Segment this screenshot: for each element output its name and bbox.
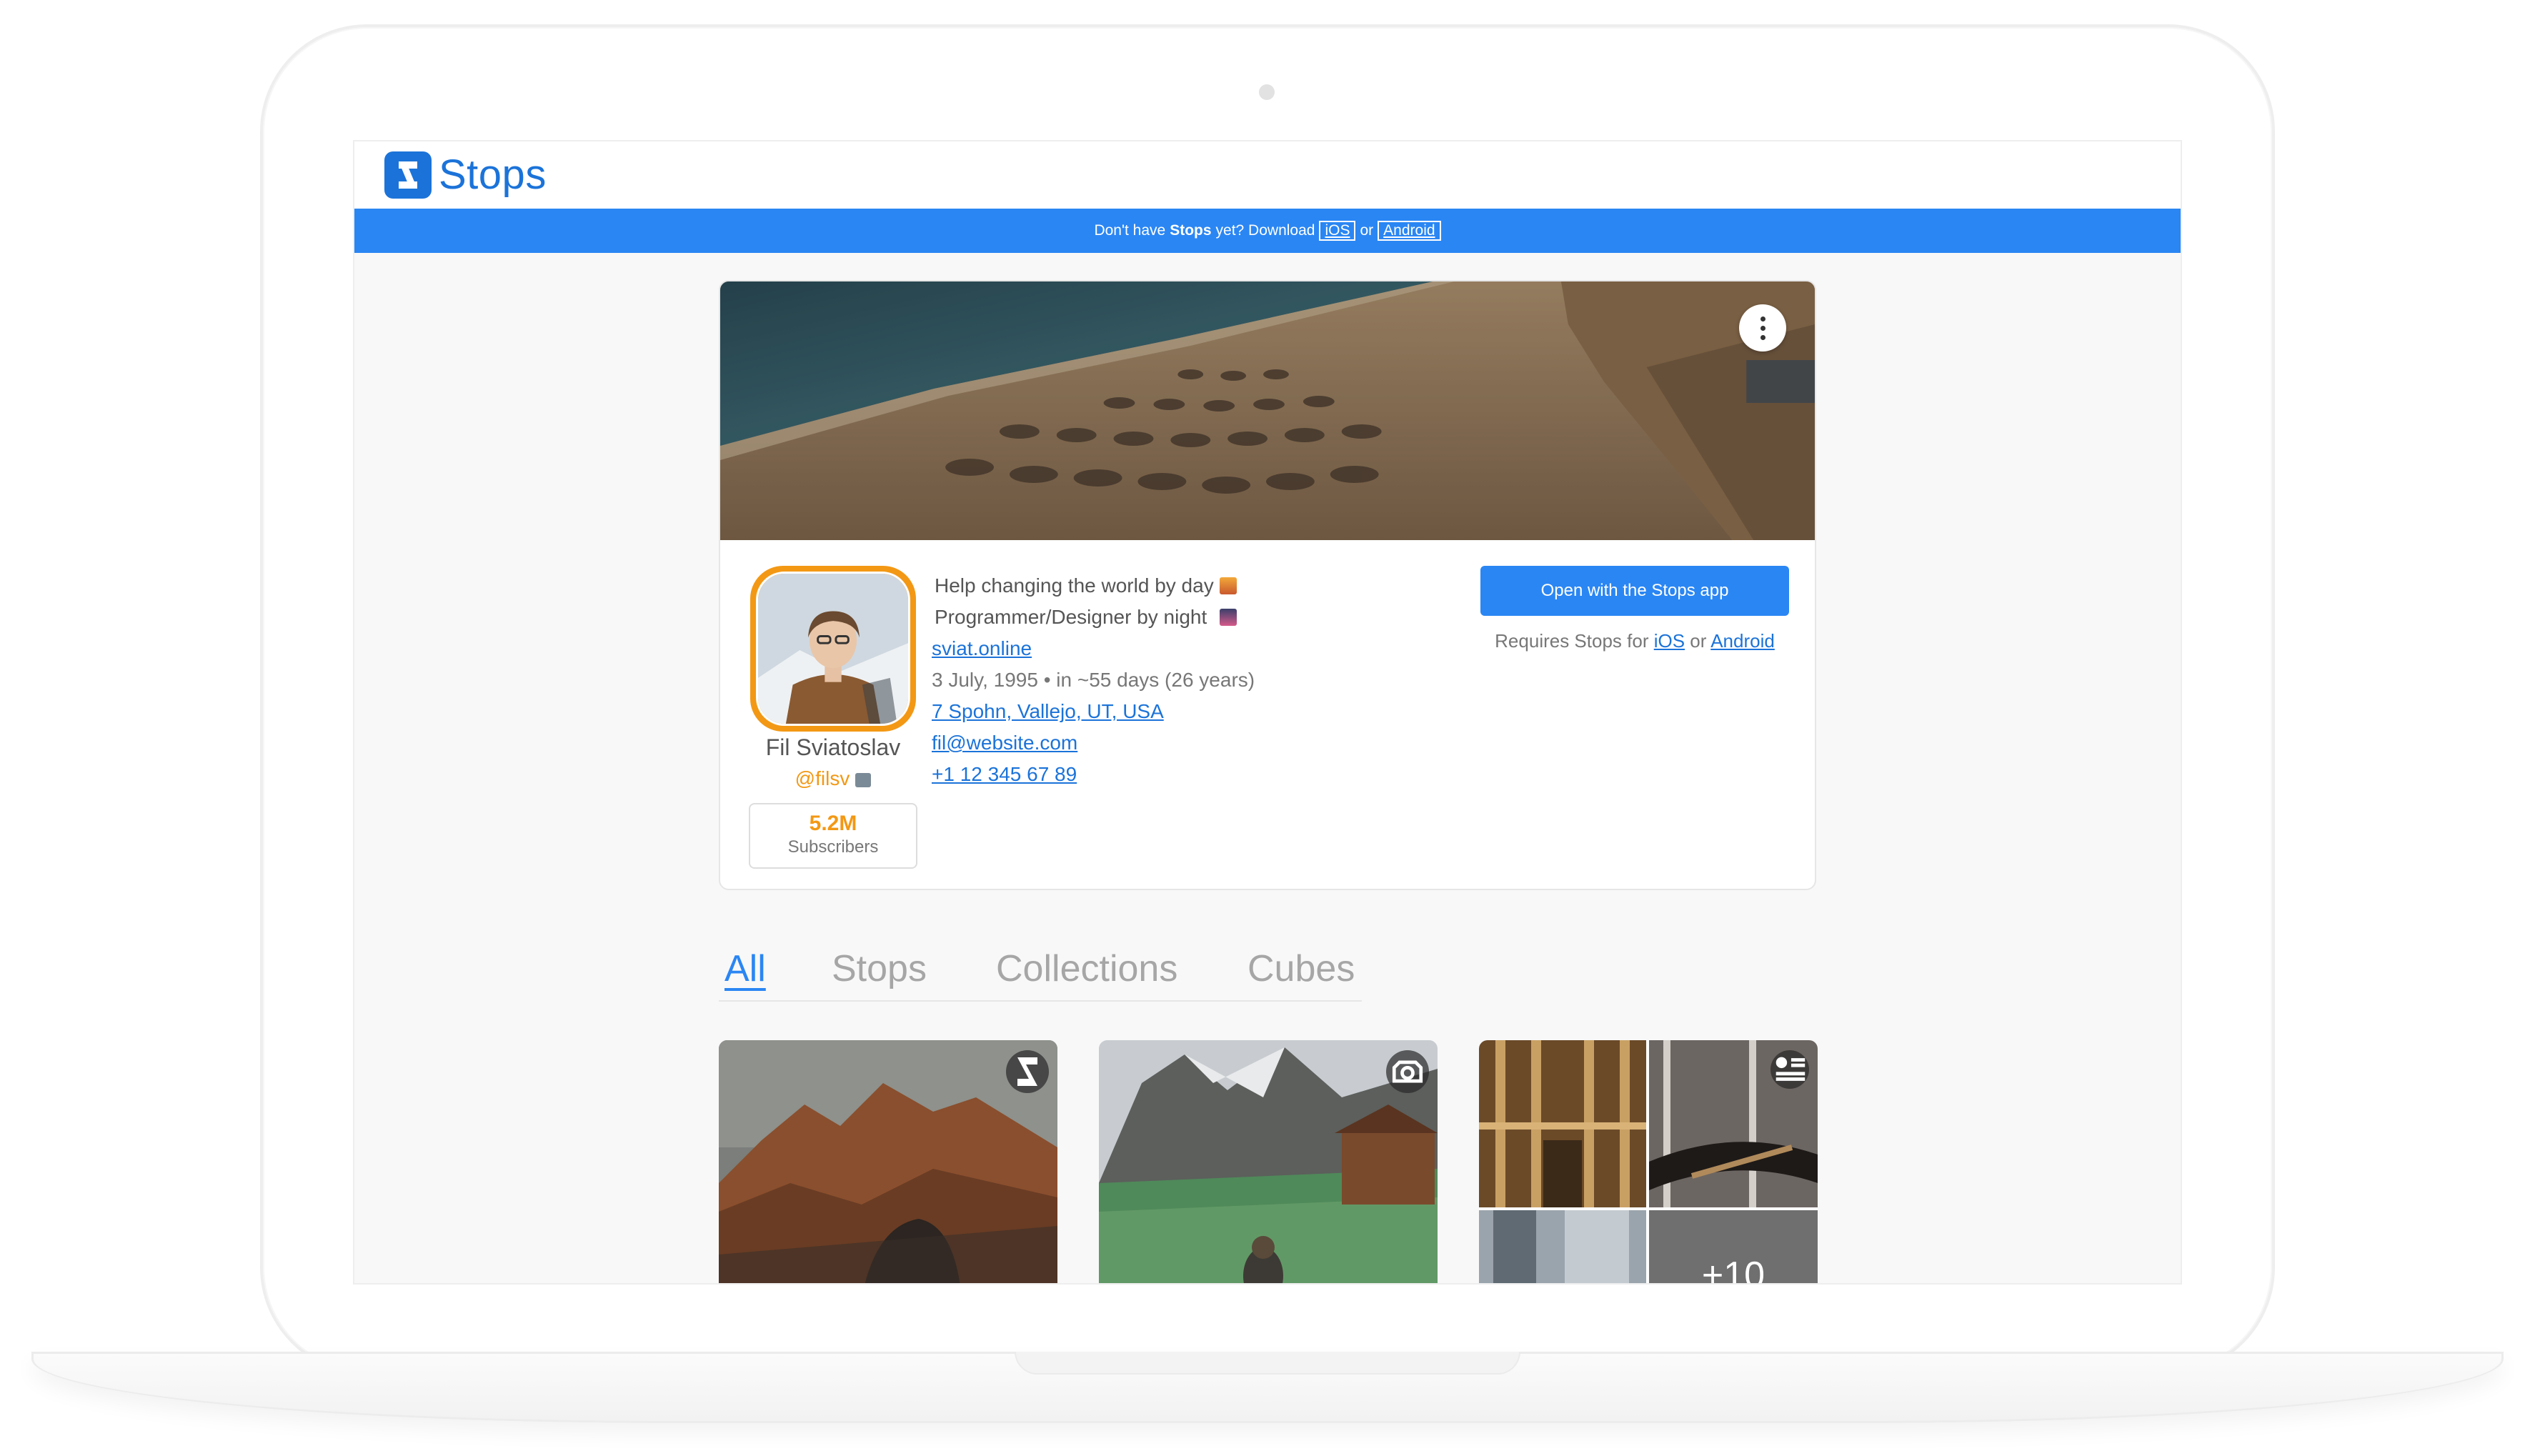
subscribers-count: 5.2M (809, 812, 857, 835)
tab-collections[interactable]: Collections (996, 947, 1177, 990)
subscribers-box[interactable]: 5.2M Subscribers (749, 803, 917, 869)
banner-or: or (1360, 222, 1374, 239)
collage-more-count: +10 (1649, 1210, 1818, 1283)
sunrise-emoji-icon (1219, 577, 1237, 594)
night-emoji-icon (1220, 609, 1237, 626)
collage-cell-more: +10 (1649, 1210, 1818, 1283)
address-link[interactable]: 7 Spohn, Vallejo, UT, USA (932, 700, 1164, 722)
cover-image (720, 281, 1815, 540)
phone-link[interactable]: +1 12 345 67 89 (932, 763, 1077, 785)
more-vertical-icon (1760, 316, 1765, 321)
more-options-button[interactable] (1739, 304, 1786, 351)
banner-brand: Stops (1170, 222, 1212, 239)
collage-cell-gondola (1649, 1040, 1818, 1207)
banner-android-link[interactable]: Android (1378, 221, 1441, 241)
requires-ios-link[interactable]: iOS (1654, 630, 1685, 652)
content-tabs: All Stops Collections Cubes (719, 947, 1362, 1002)
banner-prefix: Don't have (1094, 222, 1166, 239)
handle-text: @filsv (795, 767, 850, 789)
stops-logo-icon[interactable] (384, 151, 432, 199)
collection-badge-icon (1770, 1050, 1809, 1089)
bio-line-1: Help changing the world by day (935, 574, 1214, 597)
app-name[interactable]: Stops (439, 150, 547, 200)
requires-prefix: Requires Stops for (1495, 630, 1649, 652)
laptop-emoji-icon (855, 773, 872, 787)
top-bar: Stops (354, 141, 2181, 209)
tab-all[interactable]: All (724, 947, 766, 990)
subscribers-label: Subscribers (787, 837, 879, 857)
email-link[interactable]: fil@website.com (932, 732, 1077, 754)
bio: Help changing the world by day Programme… (932, 570, 1255, 790)
profile-handle[interactable]: @filsv (734, 767, 932, 790)
laptop-camera (1259, 84, 1275, 100)
grid-item-lake[interactable] (1099, 1040, 1438, 1283)
browser-screen: Stops Don't have Stops yet? Download iOS… (353, 140, 2182, 1285)
profile-card: Fil Sviatoslav @filsv 5.2M Subscribers H… (719, 280, 1816, 890)
grid-item-collection[interactable]: +10 (1479, 1040, 1818, 1283)
collage-cell-hall (1479, 1040, 1646, 1207)
birthday-text: 3 July, 1995 • in ~55 days (26 years) (932, 669, 1255, 691)
grid-item-mountain[interactable] (719, 1040, 1057, 1283)
banner-middle: yet? Download (1215, 222, 1315, 239)
avatar (750, 566, 916, 732)
tab-cubes[interactable]: Cubes (1247, 947, 1355, 990)
camera-badge-icon (1386, 1050, 1429, 1093)
laptop-notch (1015, 1352, 1520, 1375)
download-banner: Don't have Stops yet? Download iOS or An… (354, 209, 2181, 253)
banner-ios-link[interactable]: iOS (1319, 221, 1356, 241)
requires-android-link[interactable]: Android (1710, 630, 1775, 652)
open-app-button[interactable]: Open with the Stops app (1480, 566, 1789, 616)
website-link[interactable]: sviat.online (932, 637, 1032, 659)
requires-text: Requires Stops for iOS or Android (1480, 630, 1789, 652)
profile-name: Fil Sviatoslav (765, 734, 901, 760)
stops-badge-icon (1006, 1050, 1049, 1093)
tab-stops[interactable]: Stops (832, 947, 927, 990)
bio-line-2: Programmer/Designer by night (935, 606, 1207, 628)
requires-or: or (1690, 630, 1707, 652)
collage-cell-building (1479, 1210, 1646, 1283)
